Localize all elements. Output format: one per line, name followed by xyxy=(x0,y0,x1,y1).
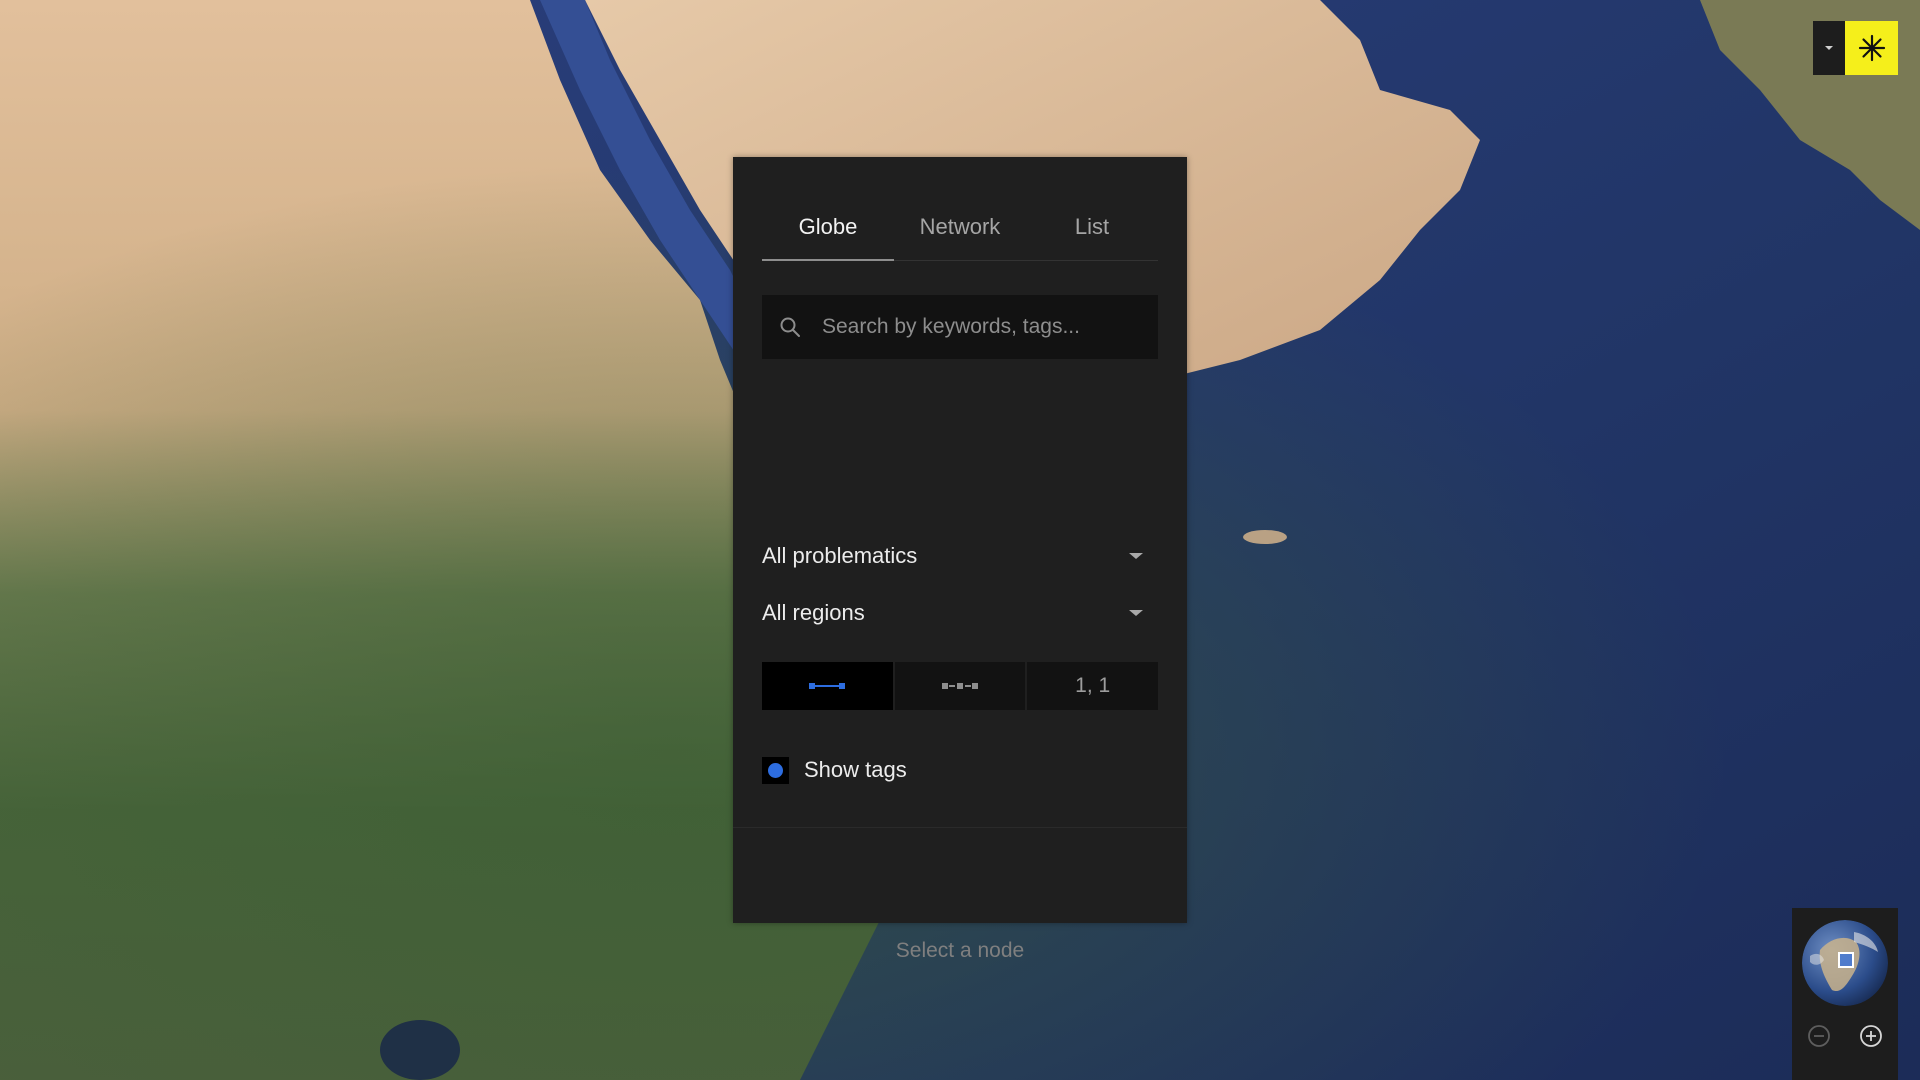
search-icon xyxy=(780,317,800,337)
asterisk-icon xyxy=(1858,34,1885,62)
top-right-controls xyxy=(1813,21,1898,75)
empty-state-text: Select a node xyxy=(895,939,1025,962)
caret-down-icon xyxy=(1825,46,1833,50)
dashed-line-icon xyxy=(942,683,978,689)
show-tags-toggle[interactable]: Show tags xyxy=(762,754,907,786)
dropdown-toggle-button[interactable] xyxy=(1813,21,1845,75)
panel-divider xyxy=(733,827,1187,828)
search-box[interactable] xyxy=(762,295,1158,359)
minus-circle-icon[interactable] xyxy=(1807,1024,1831,1048)
tab-list[interactable]: List xyxy=(1026,194,1158,260)
view-tabs: Globe Network List xyxy=(762,194,1158,261)
regions-select-label: All regions xyxy=(762,600,865,625)
mode-dashed-button[interactable] xyxy=(894,662,1026,710)
show-tags-label: Show tags xyxy=(804,757,907,782)
connected-line-icon xyxy=(809,683,846,689)
checkbox-dot-icon xyxy=(768,762,783,778)
brand-button[interactable] xyxy=(1845,21,1898,75)
globe-minimap[interactable] xyxy=(1802,920,1888,1006)
chevron-down-icon xyxy=(1129,610,1143,616)
problematics-select[interactable]: All problematics xyxy=(762,533,1158,579)
show-tags-checkbox[interactable] xyxy=(762,756,789,784)
mode-connected-button[interactable] xyxy=(762,662,893,710)
regions-select[interactable]: All regions xyxy=(762,590,1158,636)
problematics-select-label: All problematics xyxy=(762,543,918,568)
mode-count-button[interactable]: 1, 1 xyxy=(1027,662,1159,710)
plus-circle-icon[interactable] xyxy=(1859,1024,1883,1048)
display-mode-switch: 1, 1 xyxy=(762,662,1159,710)
globe-icon xyxy=(1802,920,1888,1006)
search-input[interactable] xyxy=(820,314,1144,340)
minimap-panel xyxy=(1792,908,1898,1080)
chevron-down-icon xyxy=(1129,553,1143,559)
side-panel: Globe Network List All problematics All … xyxy=(733,157,1187,962)
tab-network[interactable]: Network xyxy=(894,194,1026,260)
tab-globe[interactable]: Globe xyxy=(762,194,894,261)
